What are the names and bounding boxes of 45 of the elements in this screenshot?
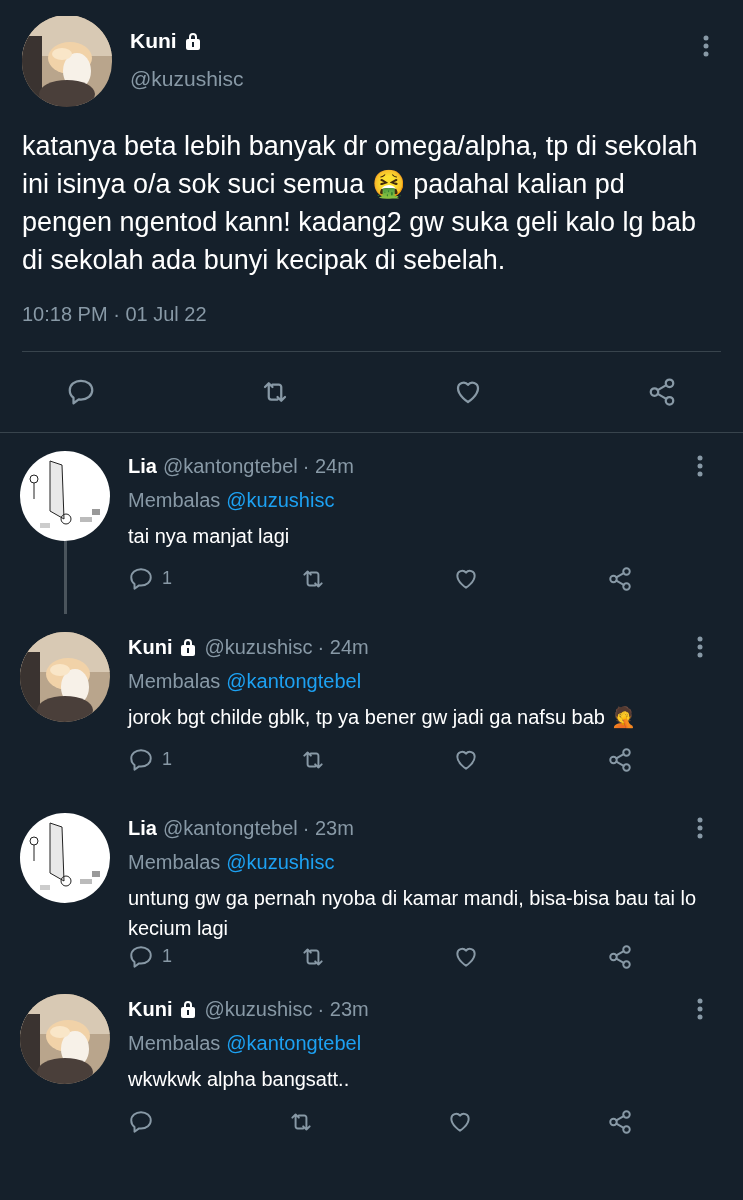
user-name[interactable]: Lia xyxy=(128,813,157,843)
mention-link[interactable]: @kantongtebel xyxy=(226,666,362,696)
user-name[interactable]: Kuni xyxy=(130,25,177,57)
reply-count: 1 xyxy=(162,748,172,771)
reply-icon[interactable] xyxy=(128,565,154,592)
reply-icon[interactable] xyxy=(128,746,154,773)
share-icon[interactable] xyxy=(606,1109,633,1135)
reply-icon[interactable] xyxy=(66,377,96,407)
reply-time: · 23m xyxy=(317,997,369,1022)
reply-time: · 24m xyxy=(317,635,369,660)
mention-link[interactable]: @kuzushisc xyxy=(226,847,335,877)
share-icon[interactable] xyxy=(607,746,633,773)
user-handle[interactable]: @kantongtebel xyxy=(162,813,298,843)
share-icon[interactable] xyxy=(607,565,633,592)
user-name[interactable]: Kuni xyxy=(128,632,173,662)
reply-text: tai nya manjat lagi xyxy=(128,524,291,549)
replying-label: Membalas xyxy=(128,669,221,694)
reply-icon[interactable] xyxy=(128,1109,154,1135)
mention-link[interactable]: @kuzushisc xyxy=(226,485,335,515)
share-icon[interactable] xyxy=(607,943,633,970)
reply-count: 1 xyxy=(162,567,172,590)
user-handle[interactable]: @kuzushisc xyxy=(130,62,703,94)
reply-text: wkwkwk alpha bangsatt.. xyxy=(128,1067,351,1092)
tweet-timestamp: 10:18 PM · 01 Jul 22 xyxy=(22,302,208,327)
more-icon[interactable] xyxy=(703,35,709,57)
more-icon[interactable] xyxy=(697,998,703,1020)
reply-time: · 24m xyxy=(302,454,354,479)
user-name[interactable]: Lia xyxy=(128,451,157,481)
mention-link[interactable]: @kantongtebel xyxy=(226,1028,362,1058)
user-handle[interactable]: @kuzushisc xyxy=(204,632,313,662)
reply-icon[interactable] xyxy=(128,943,154,970)
replying-label: Membalas xyxy=(128,1031,221,1056)
user-name[interactable]: Kuni xyxy=(128,994,173,1024)
more-icon[interactable] xyxy=(697,636,703,658)
replying-label: Membalas xyxy=(128,850,221,875)
replying-label: Membalas xyxy=(128,488,221,513)
reply-text: jorok bgt childe gblk, tp ya bener gw jadi ga nafsu bab 🤦 xyxy=(128,705,637,731)
tweet-text: katanya beta lebih banyak dr omega/alpha, tp di sekolah ini isinya o/a sok suci semua 🤮 padahal kalian pd pengen ngentod kann! kadang2 gw suka geli kalo lg bab di sekolah ada bunyi kecipak di sebelah. xyxy=(22,130,699,277)
reply-count: 1 xyxy=(162,945,172,968)
reply-time: · 23m xyxy=(302,816,354,841)
user-handle[interactable]: @kuzushisc xyxy=(204,994,313,1024)
reply-text: untung gw ga pernah nyoba di kamar mandi, bisa-bisa bau tai lo kecium lagi xyxy=(128,886,698,941)
user-handle[interactable]: @kantongtebel xyxy=(162,451,298,481)
more-icon[interactable] xyxy=(697,817,703,839)
more-icon[interactable] xyxy=(697,455,703,477)
